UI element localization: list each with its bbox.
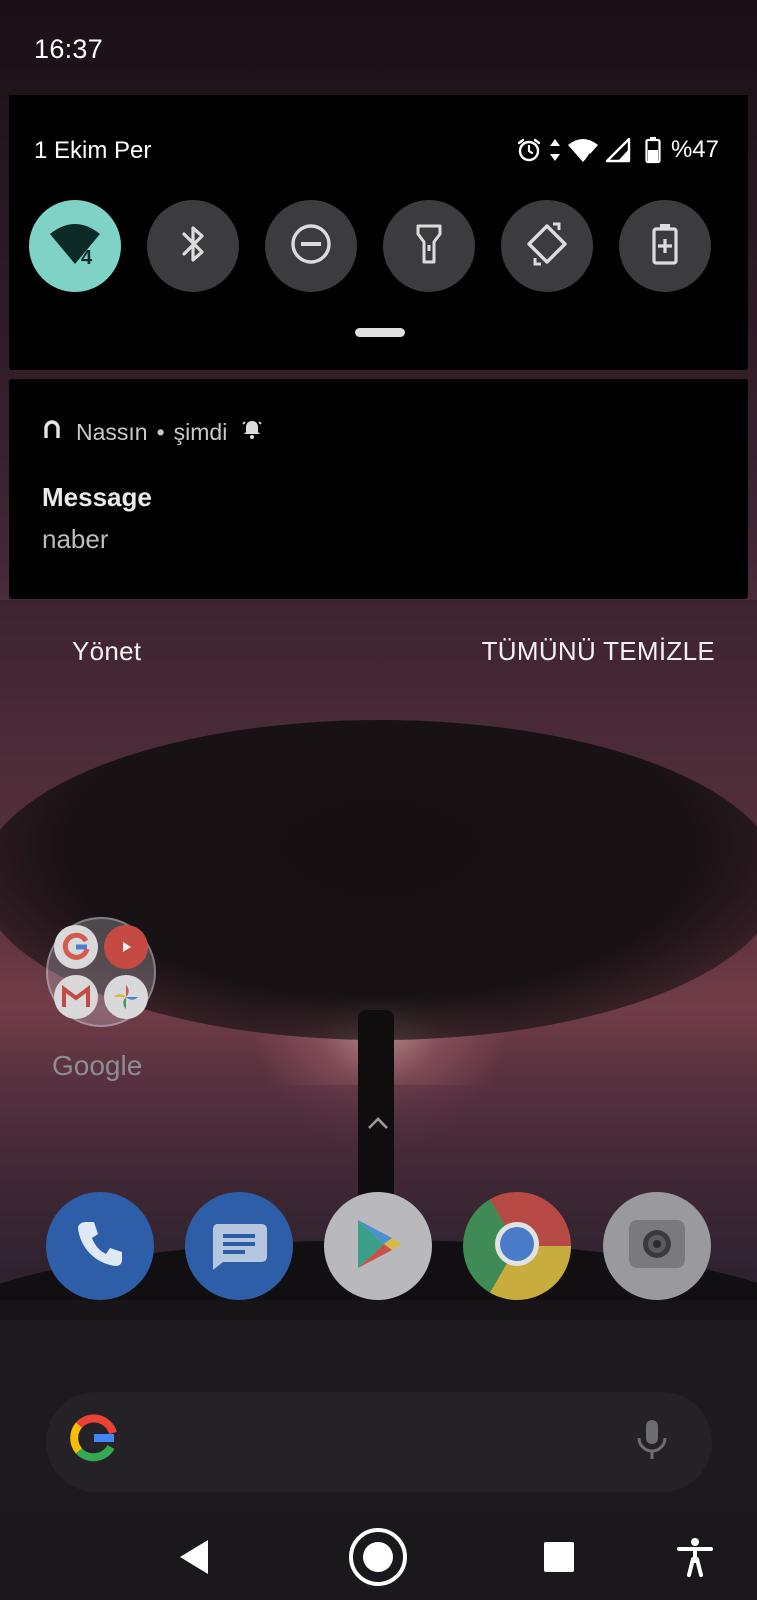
bluetooth-tile[interactable] [147, 200, 239, 292]
chrome-icon [493, 1220, 541, 1273]
wifi-tile[interactable]: 4 [29, 200, 121, 292]
home-icon [348, 1527, 408, 1592]
notification-body: naber [42, 524, 109, 554]
battery-percent: %47 [670, 136, 719, 163]
phone-app[interactable] [46, 1192, 154, 1300]
accessibility-icon [677, 1537, 713, 1582]
recents-icon [542, 1540, 576, 1579]
phone-icon [72, 1216, 128, 1277]
notification-time: şimdi [173, 418, 228, 445]
home-button[interactable] [343, 1524, 413, 1594]
notification-separator: • [156, 418, 165, 445]
back-button[interactable] [160, 1524, 230, 1594]
expand-handle[interactable] [355, 328, 405, 337]
bluetooth-icon [176, 222, 210, 271]
gmail-icon [54, 975, 98, 1019]
photos-icon [104, 975, 148, 1019]
status-icons: 4 %47 [515, 132, 719, 168]
cell-signal-icon [605, 137, 631, 163]
flashlight-icon [414, 222, 444, 271]
wifi-4-icon: 4 [48, 220, 102, 273]
notification-app-name: Nassın [76, 418, 148, 445]
youtube-icon [104, 925, 148, 969]
quick-settings-tiles: 4 [29, 200, 729, 294]
flashlight-tile[interactable] [383, 200, 475, 292]
auto-rotate-tile[interactable] [501, 200, 593, 292]
auto-rotate-icon [523, 220, 571, 273]
google-search-bar[interactable] [46, 1392, 712, 1492]
camera-icon [625, 1212, 689, 1281]
battery-saver-icon [651, 222, 679, 271]
battery-saver-tile[interactable] [619, 200, 711, 292]
svg-text:4: 4 [81, 247, 93, 268]
do-not-disturb-tile[interactable] [265, 200, 357, 292]
messages-app[interactable] [185, 1192, 293, 1300]
data-arrows-icon [549, 137, 561, 163]
chevron-up-icon[interactable] [366, 1115, 390, 1136]
app-icon [42, 418, 62, 446]
clear-all-button[interactable]: TÜMÜNÜ TEMİZLE [482, 636, 715, 667]
alert-bell-icon [241, 418, 263, 446]
notification-title: Message [42, 482, 152, 512]
messages-icon [207, 1216, 271, 1277]
alarm-icon [515, 136, 543, 164]
camera-app[interactable] [603, 1192, 711, 1300]
google-icon [54, 925, 98, 969]
notification-header: Nassın • şimdi [42, 414, 263, 450]
battery-icon [645, 136, 661, 164]
play-store-app[interactable] [324, 1192, 432, 1300]
play-store-icon [348, 1214, 408, 1279]
status-date[interactable]: 1 Ekim Per [34, 137, 151, 165]
do-not-disturb-icon [289, 222, 333, 271]
wifi-4-icon: 4 [567, 137, 599, 163]
manage-button[interactable]: Yönet [72, 636, 141, 667]
status-time: 16:37 [34, 34, 104, 64]
google-folder[interactable] [46, 917, 156, 1027]
chrome-app[interactable] [463, 1192, 571, 1300]
accessibility-button[interactable] [660, 1524, 730, 1594]
recents-button[interactable] [524, 1524, 594, 1594]
mic-icon[interactable] [635, 1418, 669, 1467]
folder-label: Google [52, 1050, 143, 1081]
back-icon [178, 1538, 212, 1581]
google-g-icon[interactable] [70, 1414, 118, 1467]
svg-text:4: 4 [586, 152, 593, 163]
